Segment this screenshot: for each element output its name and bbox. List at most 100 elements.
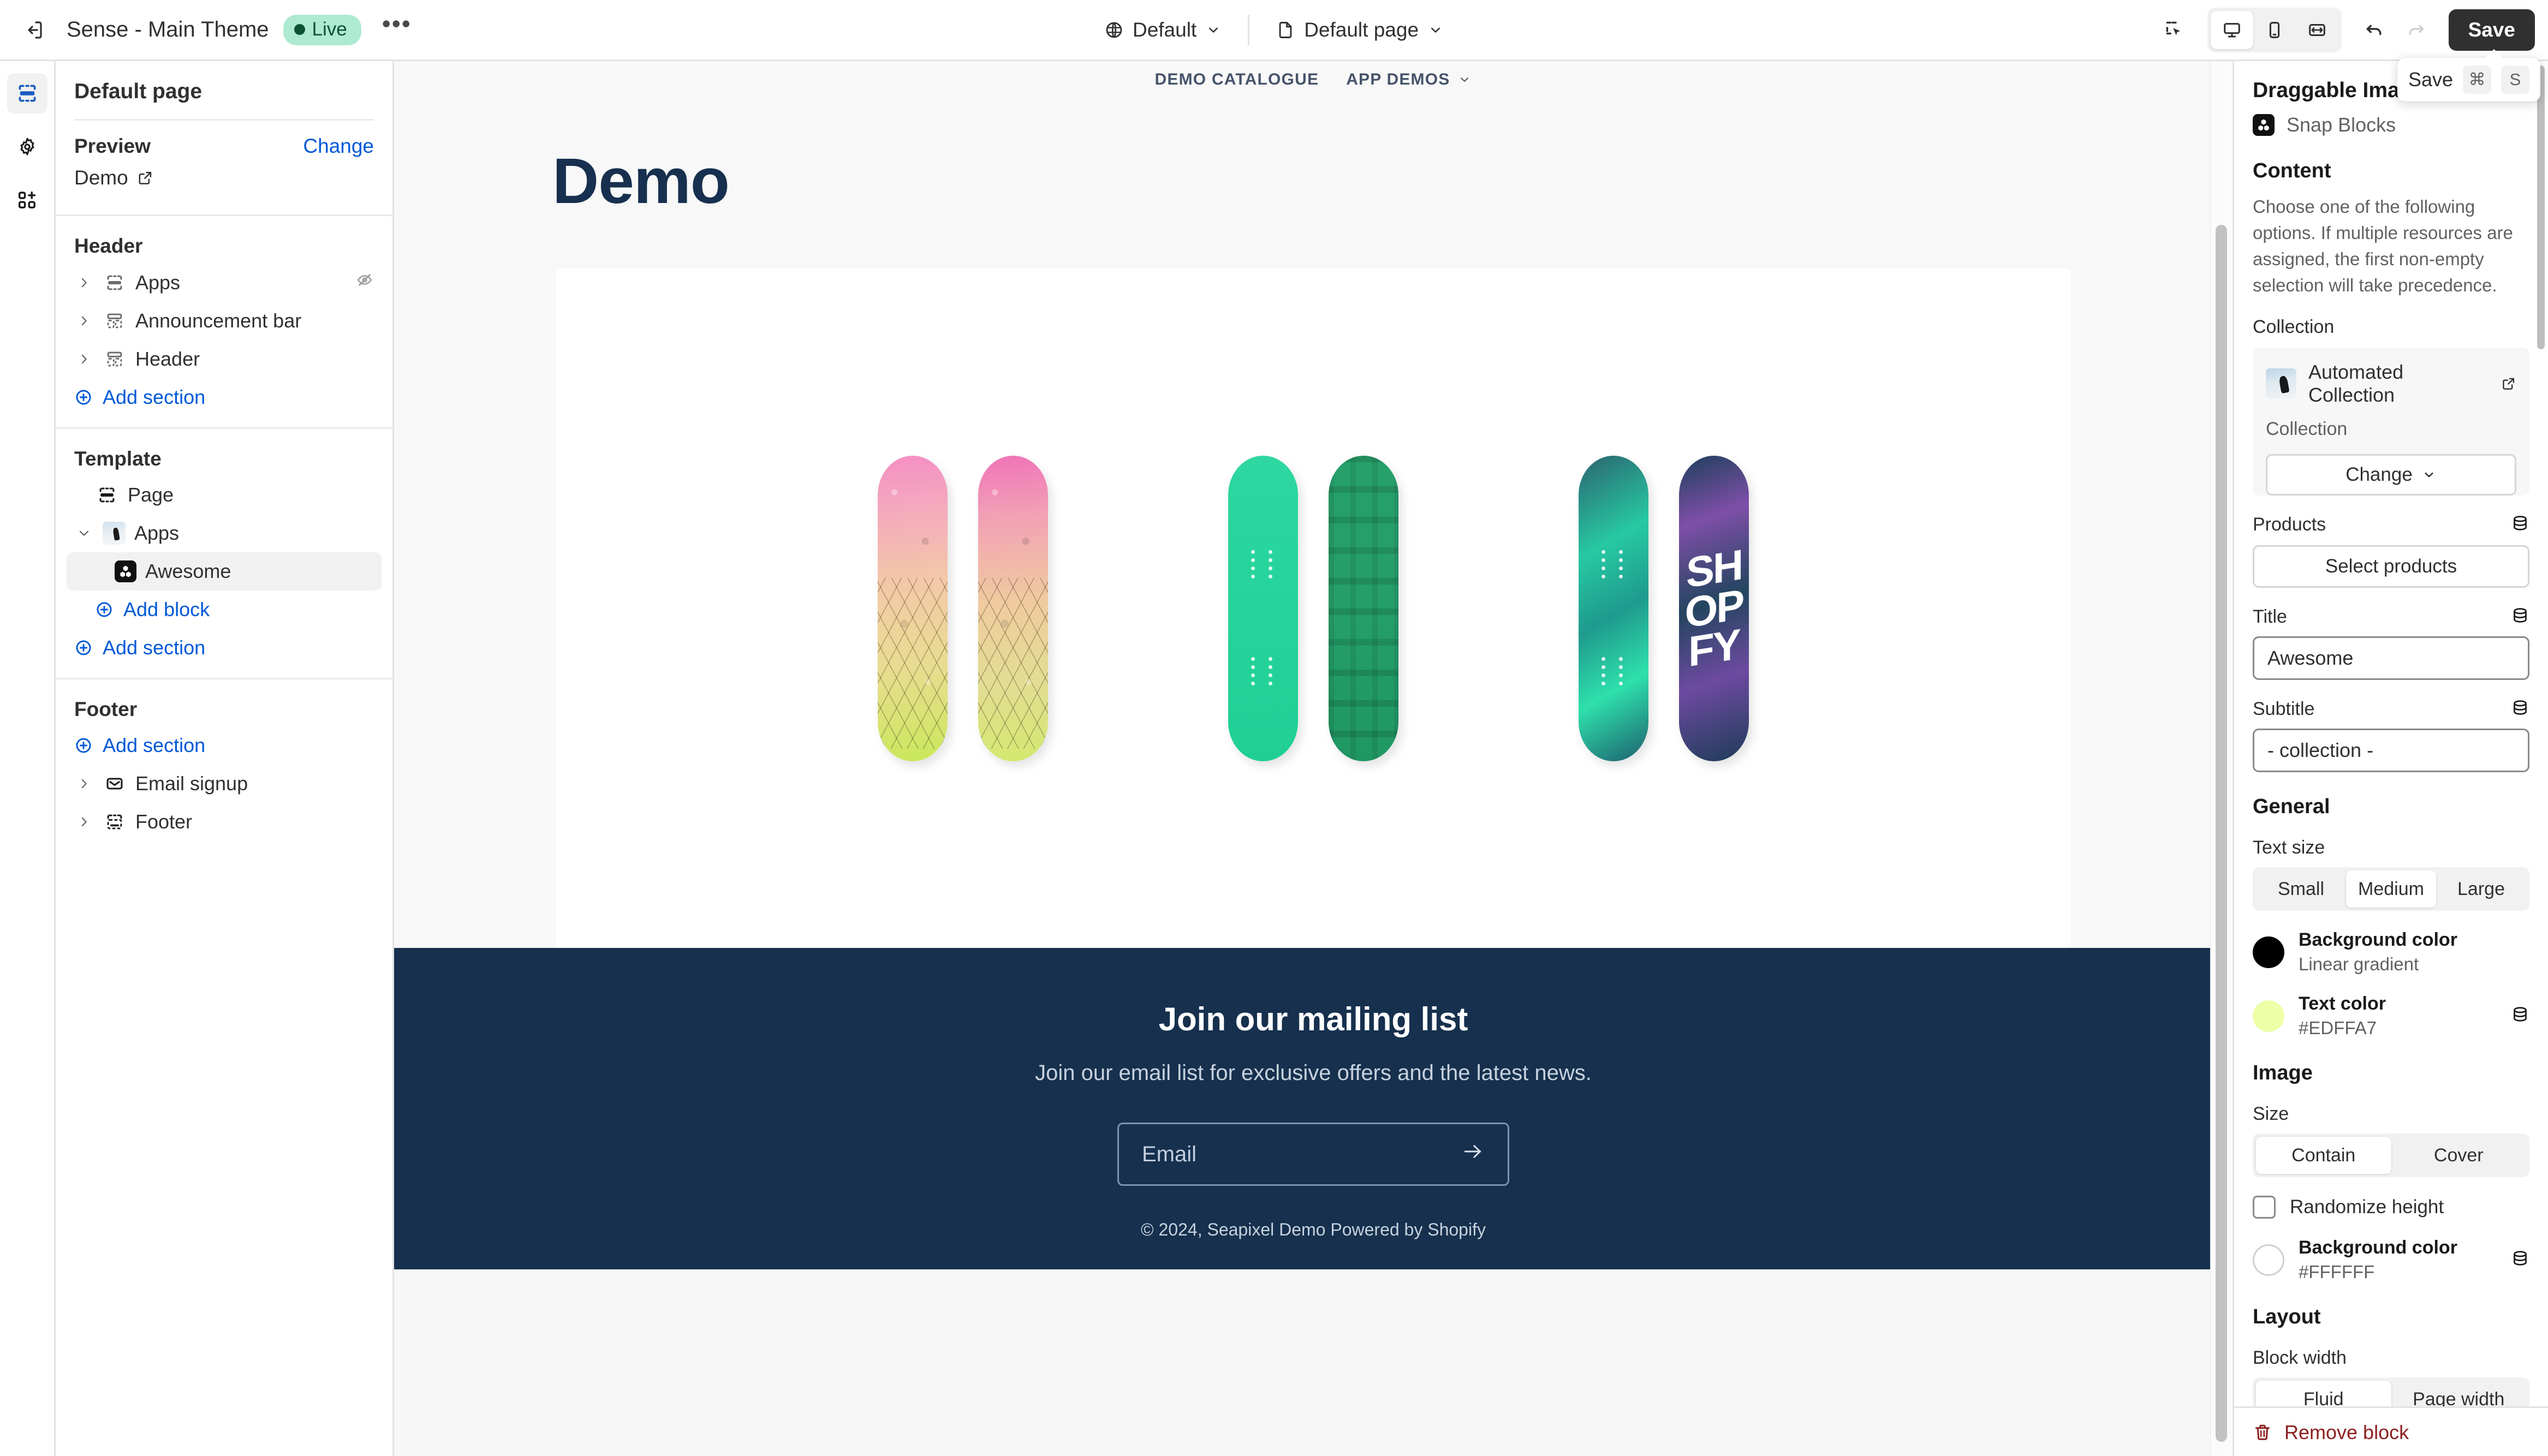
sidebar-item-label: Email signup bbox=[135, 772, 248, 795]
image-background-color-text: Background color #FFFFFF bbox=[2299, 1237, 2497, 1282]
background-color-text: Background color Linear gradient bbox=[2299, 929, 2529, 975]
sidebar-item-email-signup[interactable]: Email signup bbox=[67, 765, 382, 803]
viewport-fullwidth-button[interactable] bbox=[2296, 11, 2338, 49]
inspector-toggle-button[interactable] bbox=[2154, 9, 2195, 51]
board-confetti-pattern bbox=[878, 455, 948, 761]
block-width-fluid-button[interactable]: Fluid bbox=[2256, 1381, 2391, 1406]
locale-selector[interactable]: Default bbox=[1092, 11, 1234, 49]
preview-label: Preview bbox=[74, 135, 151, 157]
redo-button[interactable] bbox=[2395, 9, 2437, 51]
sections-sidebar[interactable]: Default page Preview Change Demo Header bbox=[56, 61, 394, 1456]
add-section-template-button[interactable]: Add section bbox=[67, 629, 382, 667]
sidebar-item-apps-template[interactable]: Apps bbox=[67, 514, 382, 552]
collection-name[interactable]: Automated Collection bbox=[2308, 361, 2516, 407]
add-app-icon bbox=[18, 191, 35, 208]
page-section-icon bbox=[95, 485, 119, 505]
exit-editor-button[interactable] bbox=[13, 9, 55, 51]
text-color-value: #EDFFA7 bbox=[2299, 1018, 2377, 1039]
general-background-color-row[interactable]: Background color Linear gradient bbox=[2253, 929, 2529, 975]
board-green-plain bbox=[1228, 455, 1298, 761]
select-products-button[interactable]: Select products bbox=[2253, 545, 2529, 588]
add-block-button[interactable]: Add block bbox=[67, 590, 382, 629]
dynamic-source-icon[interactable] bbox=[2511, 1005, 2529, 1027]
viewport-desktop-button[interactable] bbox=[2210, 10, 2253, 49]
collection-change-button[interactable]: Change bbox=[2266, 454, 2516, 496]
preview-change-link[interactable]: Change bbox=[303, 135, 374, 158]
newsletter-email-input[interactable] bbox=[1142, 1142, 1461, 1167]
more-options-button[interactable]: ••• bbox=[377, 10, 417, 50]
hidden-eye-icon[interactable] bbox=[355, 271, 374, 294]
general-heading: General bbox=[2253, 795, 2330, 819]
general-text-color-row[interactable]: Text color #EDFFA7 bbox=[2253, 993, 2529, 1039]
randomize-height-checkbox[interactable] bbox=[2253, 1196, 2276, 1219]
preview-scrollbar-thumb[interactable] bbox=[2216, 225, 2227, 1442]
settings-scroll-area[interactable]: Draggable Image Strip Snap Blocks Conten… bbox=[2234, 61, 2548, 1406]
preview-value[interactable]: Demo bbox=[74, 166, 374, 189]
board-pair-2[interactable] bbox=[1228, 455, 1398, 761]
randomize-height-row[interactable]: Randomize height bbox=[2253, 1196, 2529, 1219]
save-button[interactable]: Save bbox=[2448, 9, 2535, 51]
add-section-header-button[interactable]: Add section bbox=[67, 378, 382, 416]
settings-scrollbar-thumb[interactable] bbox=[2537, 65, 2545, 349]
dynamic-source-icon[interactable] bbox=[2511, 606, 2529, 628]
chevron-down-icon bbox=[1209, 27, 1218, 33]
panel-footer: Remove block bbox=[2234, 1406, 2548, 1456]
remove-block-button[interactable]: Remove block bbox=[2253, 1421, 2529, 1444]
text-color-swatch[interactable] bbox=[2253, 1000, 2284, 1032]
rail-sections-button[interactable] bbox=[7, 73, 47, 114]
image-size-contain-button[interactable]: Contain bbox=[2256, 1137, 2391, 1174]
board-pair-3[interactable]: SH OP FY bbox=[1579, 455, 1749, 761]
sidebar-item-awesome-block[interactable]: Awesome bbox=[67, 552, 382, 590]
board-pair-1[interactable] bbox=[878, 455, 1048, 761]
image-background-color-row[interactable]: Background color #FFFFFF bbox=[2253, 1237, 2529, 1282]
subtitle-input[interactable] bbox=[2253, 729, 2529, 773]
sidebar-item-label: Apps bbox=[135, 271, 181, 294]
collection-label: Collection bbox=[2253, 317, 2335, 338]
text-size-small-button[interactable]: Small bbox=[2256, 870, 2346, 908]
title-input[interactable] bbox=[2253, 636, 2529, 681]
add-section-label: Add section bbox=[103, 636, 206, 659]
nav-demo-catalogue[interactable]: DEMO CATALOGUE bbox=[1155, 70, 1319, 89]
dynamic-source-icon[interactable] bbox=[2511, 514, 2529, 535]
chevron-down-icon bbox=[2425, 473, 2433, 478]
sidebar-item-footer[interactable]: Footer bbox=[67, 803, 382, 841]
theme-preview: DEMO CATALOGUE APP DEMOS Demo SH OP FY J… bbox=[394, 61, 2233, 1456]
dynamic-source-icon[interactable] bbox=[2511, 1249, 2529, 1270]
page-selector[interactable]: Default page bbox=[1264, 11, 1456, 49]
globe-icon bbox=[1106, 22, 1122, 38]
randomize-height-label: Randomize height bbox=[2290, 1196, 2444, 1218]
arrow-right-icon[interactable] bbox=[1461, 1139, 1485, 1169]
page-title: Demo bbox=[552, 145, 730, 217]
add-section-footer-button[interactable]: Add section bbox=[67, 726, 382, 765]
image-size-cover-button[interactable]: Cover bbox=[2391, 1137, 2527, 1174]
plus-circle-icon bbox=[76, 640, 91, 655]
nav-app-demos[interactable]: APP DEMOS bbox=[1346, 70, 1472, 89]
rail-add-app-button[interactable] bbox=[7, 180, 47, 220]
sidebar-item-label: Footer bbox=[135, 810, 193, 833]
newsletter-heading: Join our mailing list bbox=[1158, 1001, 1468, 1037]
sidebar-item-header[interactable]: Header bbox=[67, 340, 382, 378]
sidebar-group-footer: Footer bbox=[74, 698, 138, 720]
save-tooltip: Save ⌘ S bbox=[2397, 49, 2540, 102]
chevron-right-icon bbox=[74, 276, 94, 290]
dynamic-source-icon[interactable] bbox=[2511, 699, 2529, 720]
locale-label: Default bbox=[1132, 18, 1197, 41]
plus-circle-icon bbox=[76, 738, 91, 753]
text-size-medium-button[interactable]: Medium bbox=[2346, 870, 2436, 908]
viewport-mobile-button[interactable] bbox=[2253, 11, 2296, 49]
block-width-page-width-button[interactable]: Page width bbox=[2391, 1381, 2527, 1406]
newsletter-form[interactable] bbox=[1117, 1123, 1509, 1186]
image-background-color-swatch[interactable] bbox=[2253, 1244, 2284, 1276]
preview-scroll-area[interactable]: DEMO CATALOGUE APP DEMOS Demo SH OP FY J… bbox=[394, 61, 2233, 1456]
rail-settings-button[interactable] bbox=[7, 127, 47, 167]
board-strip: SH OP FY bbox=[556, 455, 2071, 761]
sidebar-item-apps-header[interactable]: Apps bbox=[67, 263, 382, 302]
board-shopify-typography: SH OP FY bbox=[1679, 455, 1749, 761]
draggable-image-strip-card[interactable]: SH OP FY bbox=[556, 268, 2071, 948]
sidebar-item-page[interactable]: Page bbox=[67, 476, 382, 514]
board-teal-abstract bbox=[1579, 455, 1648, 761]
text-size-large-button[interactable]: Large bbox=[2436, 870, 2526, 908]
undo-button[interactable] bbox=[2354, 9, 2395, 51]
background-color-swatch[interactable] bbox=[2253, 936, 2284, 968]
sidebar-item-announcement-bar[interactable]: Announcement bar bbox=[67, 302, 382, 340]
